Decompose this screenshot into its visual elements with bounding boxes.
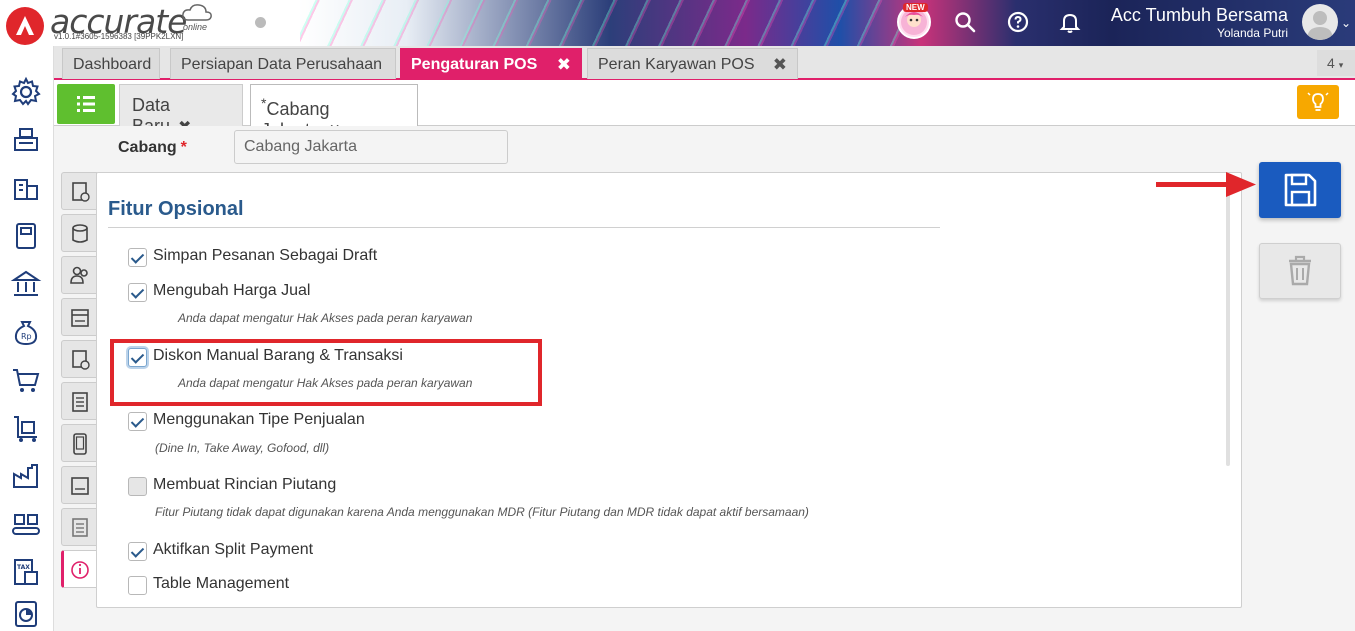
tab-label: Pengaturan POS — [411, 56, 538, 73]
subtab-cabang-jakarta[interactable]: *Cabang Jakarta✖ — [250, 84, 418, 140]
close-icon[interactable]: ✖ — [557, 55, 571, 75]
checkbox[interactable] — [128, 248, 147, 267]
accurate-logo-icon[interactable] — [6, 7, 44, 45]
settings-gear-icon[interactable] — [10, 76, 42, 108]
vtab-store[interactable] — [61, 340, 97, 378]
option-label: Membuat Rincian Piutang — [153, 476, 337, 493]
tab-dashboard[interactable]: Dashboard — [62, 48, 160, 79]
option-label: Simpan Pesanan Sebagai Draft — [153, 247, 378, 264]
option-hint: (Dine In, Take Away, Gofood, dll) — [155, 441, 330, 455]
save-button[interactable] — [1259, 162, 1341, 218]
option-label: Menggunakan Tipe Penjualan — [153, 411, 365, 428]
annotation-arrow-icon — [1156, 172, 1256, 197]
inventory-cart-icon[interactable] — [10, 412, 42, 444]
status-dot — [255, 17, 266, 28]
conveyor-icon[interactable] — [10, 508, 42, 540]
vtab-database[interactable] — [61, 214, 97, 252]
user-avatar[interactable] — [1302, 4, 1338, 40]
report-chart-icon[interactable] — [10, 598, 42, 630]
notification-bell-icon[interactable] — [1058, 10, 1082, 34]
vtab-payment[interactable] — [61, 298, 97, 336]
help-icon[interactable] — [1006, 10, 1030, 34]
save-icon — [1284, 173, 1317, 207]
vtab-document[interactable] — [61, 172, 97, 210]
lightbulb-icon — [1307, 92, 1329, 111]
company-name[interactable]: Acc Tumbuh Bersama — [1111, 5, 1288, 26]
bank-icon[interactable] — [10, 268, 42, 300]
section-title: Fitur Opsional — [108, 198, 244, 220]
user-name[interactable]: Yolanda Putri — [1217, 26, 1288, 40]
vtab-device[interactable] — [61, 424, 97, 462]
tab-pengaturan-pos[interactable]: Pengaturan POS ✖ — [400, 48, 582, 79]
checkbox[interactable] — [128, 283, 147, 302]
top-header: accurate online v1.0.1#3605-1596383 [39P… — [0, 0, 1355, 46]
tab-count-dropdown[interactable]: 4 ▾ — [1317, 50, 1355, 76]
checkbox[interactable] — [128, 576, 147, 595]
section-divider — [108, 227, 940, 228]
vtab-info[interactable] — [61, 550, 97, 588]
vtab-users[interactable] — [61, 256, 97, 294]
cabang-label-text: Cabang — [118, 139, 177, 156]
checkbox[interactable] — [128, 477, 147, 496]
tab-label: Peran Karyawan POS — [598, 56, 755, 73]
shopping-cart-icon[interactable] — [10, 364, 42, 396]
building-icon[interactable] — [10, 172, 42, 204]
vtab-list[interactable] — [61, 508, 97, 546]
tab-label: Dashboard — [73, 56, 152, 73]
cloud-icon — [182, 4, 212, 21]
trash-icon — [1289, 255, 1311, 286]
sub-tab-bar: Data Baru✖ *Cabang Jakarta✖ — [54, 80, 1355, 140]
chevron-down-icon[interactable]: ⌄ — [1341, 16, 1351, 30]
version-text: v1.0.1#3605-1596383 [39PPK2LXN] — [54, 32, 184, 41]
cabang-label: Cabang * — [118, 139, 187, 157]
search-icon[interactable] — [953, 10, 977, 34]
delete-button[interactable] — [1259, 243, 1341, 299]
main-tab-bar: Dashboard Persiapan Data Perusahaan Peng… — [54, 46, 1355, 80]
option-label: Aktifkan Split Payment — [153, 541, 314, 558]
checkbox[interactable] — [128, 412, 147, 431]
tax-document-icon[interactable]: TAX — [10, 556, 42, 588]
header-decoration — [300, 0, 900, 46]
vtab-receipt[interactable] — [61, 382, 97, 420]
list-icon — [77, 96, 95, 112]
svg-text:TAX: TAX — [17, 564, 30, 571]
tab-peran-karyawan-pos[interactable]: Peran Karyawan POS ✖ — [587, 48, 798, 79]
svg-text:Rp: Rp — [21, 332, 32, 341]
list-view-button[interactable] — [57, 84, 115, 124]
factory-icon[interactable] — [10, 460, 42, 492]
ledger-book-icon[interactable] — [10, 220, 42, 252]
annotation-highlight-box — [110, 339, 542, 406]
option-hint: Fitur Piutang tidak dapat digunakan kare… — [155, 505, 809, 519]
subtab-data-baru[interactable]: Data Baru✖ — [119, 84, 243, 136]
info-icon — [71, 561, 89, 579]
new-badge: NEW — [903, 3, 928, 12]
tab-label: Persiapan Data Perusahaan — [181, 56, 383, 73]
tab-count: 4 — [1327, 55, 1335, 71]
tab-persiapan-data[interactable]: Persiapan Data Perusahaan — [170, 48, 396, 79]
cabang-input[interactable] — [234, 130, 508, 164]
cash-register-icon[interactable] — [10, 124, 42, 156]
logo-online-text: online — [183, 22, 208, 32]
sidebar: Rp TAX — [0, 46, 54, 631]
required-mark: * — [180, 139, 187, 156]
panel-scrollbar[interactable] — [1226, 190, 1230, 466]
option-label: Table Management — [153, 575, 290, 592]
option-hint: Anda dapat mengatur Hak Akses pada peran… — [178, 311, 473, 325]
vtab-printer[interactable] — [61, 466, 97, 504]
checkbox[interactable] — [128, 542, 147, 561]
money-bag-icon[interactable]: Rp — [10, 316, 42, 348]
close-icon[interactable]: ✖ — [773, 55, 787, 75]
tips-button[interactable] — [1297, 85, 1339, 119]
option-label: Mengubah Harga Jual — [153, 282, 311, 299]
